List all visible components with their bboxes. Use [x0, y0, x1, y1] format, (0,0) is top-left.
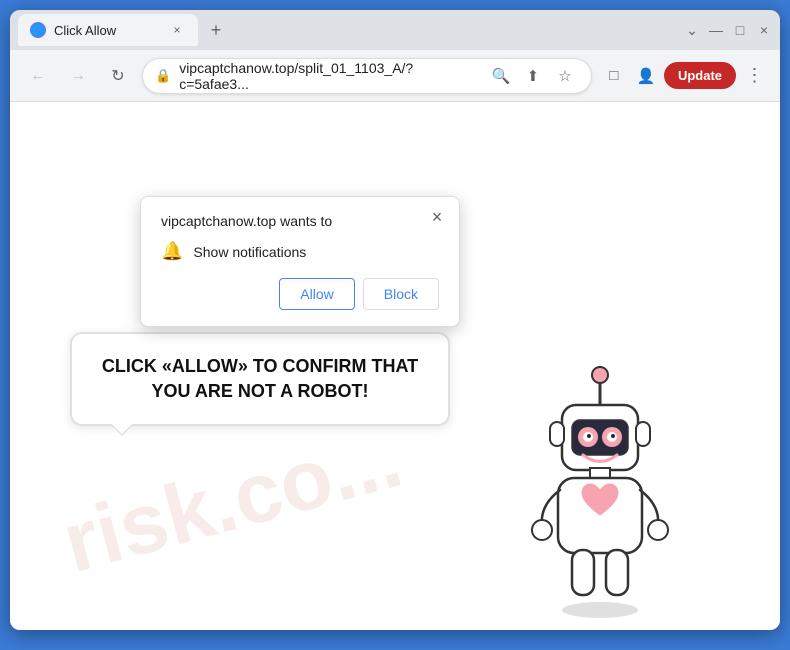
minimize-button[interactable]: —	[708, 22, 724, 38]
menu-button[interactable]: ⋮	[740, 62, 768, 90]
title-bar: 🌐 Click Allow × + ⌄ — □ ×	[10, 10, 780, 50]
allow-button[interactable]: Allow	[279, 278, 354, 310]
permission-label: Show notifications	[193, 244, 306, 260]
popup-permission-row: 🔔 Show notifications	[161, 241, 439, 262]
chevron-down-icon: ⌄	[684, 22, 700, 38]
address-bar-icons: 🔍 ⬆ ☆	[487, 62, 579, 90]
speech-bubble: CLICK «ALLOW» TO CONFIRM THAT YOU ARE NO…	[70, 332, 450, 426]
refresh-button[interactable]: ↻	[102, 60, 134, 92]
popup-buttons: Allow Block	[161, 278, 439, 310]
popup-title: vipcaptchanow.top wants to	[161, 213, 439, 229]
bell-icon: 🔔	[161, 241, 183, 262]
maximize-button[interactable]: □	[732, 22, 748, 38]
tab-title: Click Allow	[54, 23, 160, 38]
robot-illustration	[500, 350, 700, 610]
active-tab[interactable]: 🌐 Click Allow ×	[18, 14, 198, 46]
new-tab-button[interactable]: +	[202, 16, 230, 44]
close-button[interactable]: ×	[756, 22, 772, 38]
share-icon[interactable]: ⬆	[519, 62, 547, 90]
profile-icon[interactable]: 👤	[632, 62, 660, 90]
tab-area: 🌐 Click Allow × +	[18, 14, 678, 46]
robot-svg	[500, 350, 700, 630]
toolbar-right: □ 👤 Update ⋮	[600, 62, 768, 90]
search-icon[interactable]: 🔍	[487, 62, 515, 90]
address-bar[interactable]: 🔒 vipcaptchanow.top/split_01_1103_A/?c=5…	[142, 58, 592, 94]
popup-close-button[interactable]: ×	[425, 205, 449, 229]
url-display: vipcaptchanow.top/split_01_1103_A/?c=5af…	[179, 60, 479, 92]
watermark: risk.co...	[53, 409, 412, 593]
toolbar: ← → ↻ 🔒 vipcaptchanow.top/split_01_1103_…	[10, 50, 780, 102]
forward-button[interactable]: →	[62, 60, 94, 92]
bookmark-icon[interactable]: ☆	[551, 62, 579, 90]
browser-window: 🌐 Click Allow × + ⌄ — □ × ← → ↻ 🔒 vipcap…	[10, 10, 780, 630]
update-button[interactable]: Update	[664, 62, 736, 89]
tab-favicon: 🌐	[30, 22, 46, 38]
notification-popup: × vipcaptchanow.top wants to 🔔 Show noti…	[140, 196, 460, 327]
window-controls: ⌄ — □ ×	[684, 22, 772, 38]
back-button[interactable]: ←	[22, 60, 54, 92]
lock-icon: 🔒	[155, 68, 171, 84]
extension-icon[interactable]: □	[600, 62, 628, 90]
content-area: risk.co... × vipcaptchanow.top wants to …	[10, 102, 780, 630]
block-button[interactable]: Block	[363, 278, 439, 310]
speech-bubble-text: CLICK «ALLOW» TO CONFIRM THAT YOU ARE NO…	[96, 354, 424, 404]
tab-close-button[interactable]: ×	[168, 21, 186, 39]
